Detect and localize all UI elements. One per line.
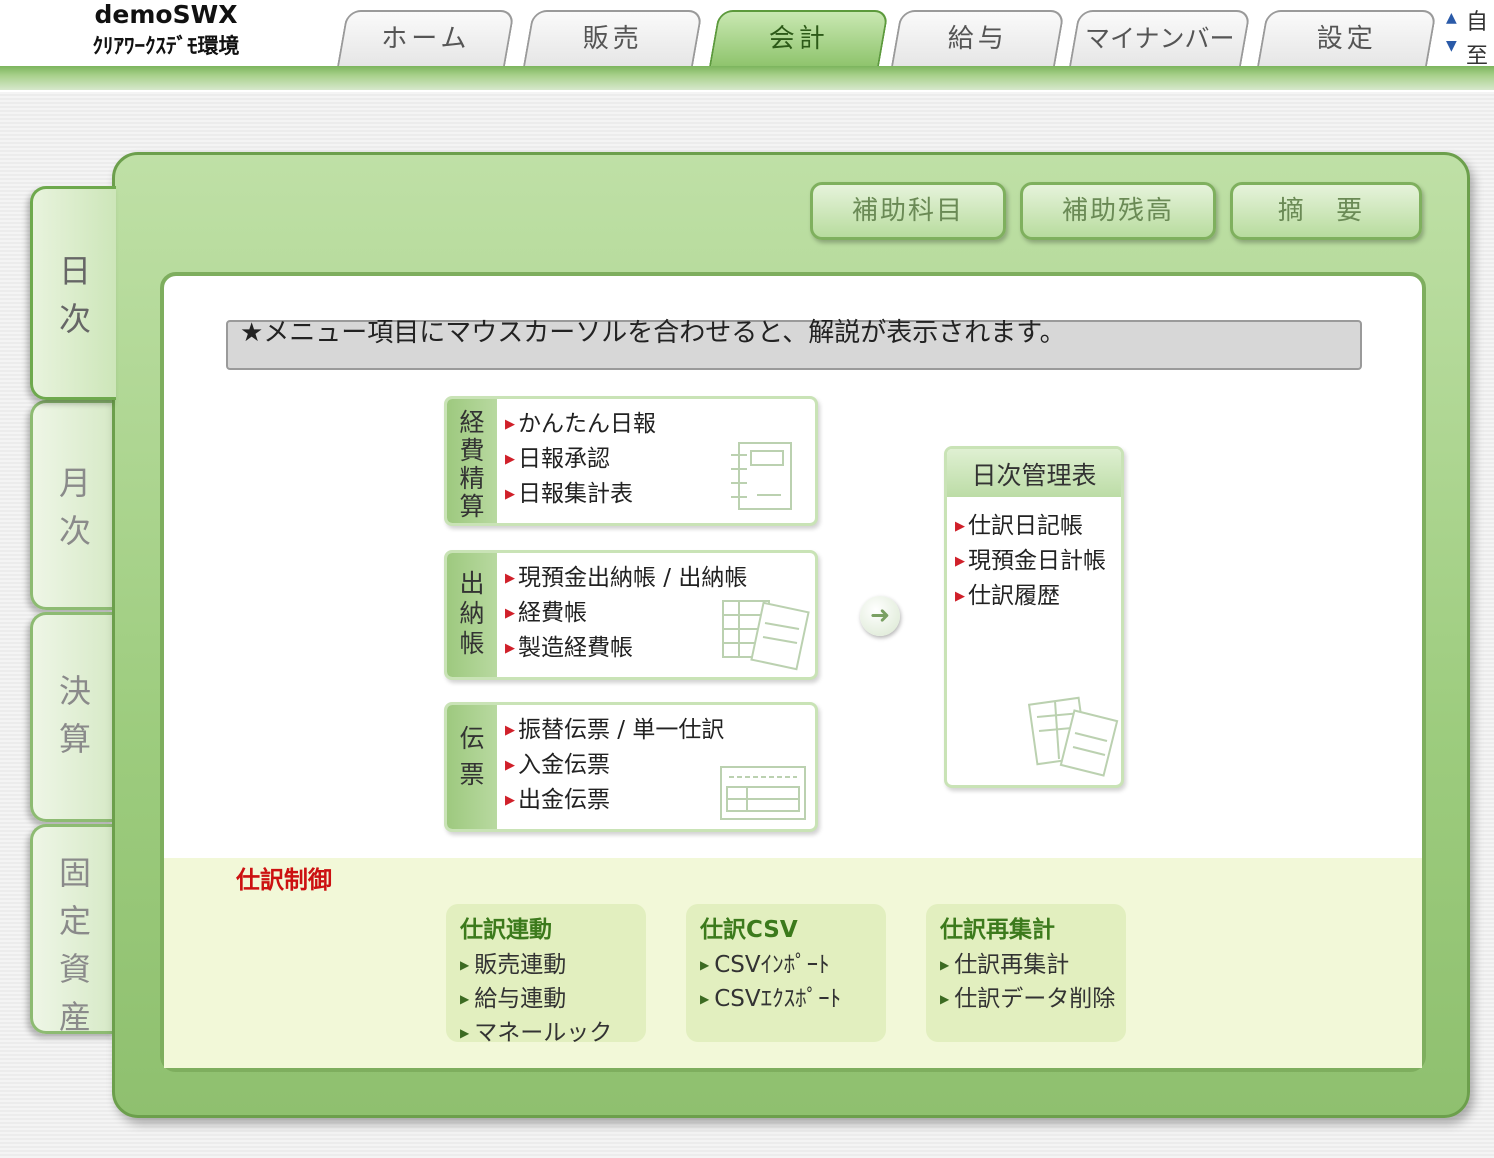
journal-recalc-title: 仕訳再集計 xyxy=(940,917,1055,943)
expense-side-label: 経 費 精 算 xyxy=(447,399,497,523)
daily-management-box: 日次管理表 ▶ 仕訳日記帳 ▶ 現預金日計帳 ▶ 仕訳履歴 xyxy=(944,446,1124,788)
voucher-side-label: 伝 票 xyxy=(447,705,497,829)
daily-management-title: 日次管理表 xyxy=(947,449,1121,497)
tab-mynumber[interactable]: マイナンバー xyxy=(1069,10,1251,66)
arrow-right-icon: ➜ xyxy=(860,596,900,636)
menu-payment-voucher[interactable]: ▶ 出金伝票 xyxy=(505,783,724,818)
journal-recalc-box: 仕訳再集計 ▶ 仕訳再集計 ▶ 仕訳データ削除 xyxy=(926,904,1126,1042)
menu-csv-import[interactable]: ▶ CSVｲﾝﾎﾟｰﾄ xyxy=(700,948,841,982)
header-bar: demoSWX ｸﾘｱﾜｰｸｽﾃﾞﾓ環境 ホーム 販売 会計 給与 マイナンバー… xyxy=(0,0,1494,92)
notebook-icon xyxy=(731,442,792,510)
tab-sales[interactable]: 販売 xyxy=(523,10,703,66)
period-selector: ▲ 自 ▼ 至 xyxy=(1444,4,1494,69)
menu-expense-book[interactable]: ▶ 経費帳 xyxy=(505,596,747,631)
summary-button[interactable]: 摘 要 xyxy=(1230,182,1422,240)
company-name: demoSWX xyxy=(94,0,238,29)
cash-ledger-box: 出 納 帳 ▶ 現預金出納帳 / 出納帳 ▶ 経費帳 ▶ 製造経費帳 xyxy=(444,550,818,680)
up-arrow-icon[interactable]: ▲ xyxy=(1446,10,1457,26)
menu-cash-daily-book[interactable]: ▶ 現預金日計帳 xyxy=(955,544,1106,579)
menu-journal-recalc[interactable]: ▶ 仕訳再集計 xyxy=(940,948,1115,982)
header-green-bar xyxy=(0,66,1494,90)
menu-transfer-voucher[interactable]: ▶ 振替伝票 / 単一仕訳 xyxy=(505,713,724,748)
voucher-form-icon xyxy=(720,766,806,820)
sub-account-button[interactable]: 補助科目 xyxy=(810,182,1006,240)
tab-payroll[interactable]: 給与 xyxy=(891,10,1065,66)
menu-cash-ledger[interactable]: ▶ 現預金出納帳 / 出納帳 xyxy=(505,561,747,596)
menu-daily-report-approval[interactable]: ▶ 日報承認 xyxy=(505,442,656,477)
expense-settlement-box: 経 費 精 算 ▶ かんたん日報 ▶ 日報承認 ▶ 日報集計表 xyxy=(444,396,818,526)
environment-name: ｸﾘｱﾜｰｸｽﾃﾞﾓ環境 xyxy=(92,34,240,58)
menu-sales-link[interactable]: ▶ 販売連動 xyxy=(460,948,612,982)
company-block: demoSWX ｸﾘｱﾜｰｸｽﾃﾞﾓ環境 xyxy=(0,0,332,66)
menu-journal-book[interactable]: ▶ 仕訳日記帳 xyxy=(955,509,1106,544)
menu-payroll-link[interactable]: ▶ 給与連動 xyxy=(460,982,612,1016)
period-from-label: 自 xyxy=(1466,10,1489,35)
ledger-document-icon xyxy=(722,600,810,671)
menu-journal-delete[interactable]: ▶ 仕訳データ削除 xyxy=(940,982,1115,1016)
journal-csv-title: 仕訳CSV xyxy=(700,917,798,943)
journal-csv-box: 仕訳CSV ▶ CSVｲﾝﾎﾟｰﾄ ▶ CSVｴｸｽﾎﾟｰﾄ xyxy=(686,904,886,1042)
side-tab-monthly[interactable]: 月 次 xyxy=(30,400,116,610)
sub-balance-button[interactable]: 補助残高 xyxy=(1020,182,1216,240)
ledger-side-label: 出 納 帳 xyxy=(447,553,497,677)
journal-control-title: 仕訳制御 xyxy=(236,866,332,894)
voucher-box: 伝 票 ▶ 振替伝票 / 単一仕訳 ▶ 入金伝票 ▶ 出金伝票 xyxy=(444,702,818,832)
tab-settings[interactable]: 設定 xyxy=(1257,10,1437,66)
menu-manufacturing-expense-book[interactable]: ▶ 製造経費帳 xyxy=(505,631,747,666)
menu-daily-report-summary[interactable]: ▶ 日報集計表 xyxy=(505,477,656,512)
journal-link-box: 仕訳連動 ▶ 販売連動 ▶ 給与連動 ▶ マネールック xyxy=(446,904,646,1046)
menu-csv-export[interactable]: ▶ CSVｴｸｽﾎﾟｰﾄ xyxy=(700,982,841,1016)
side-tab-closing[interactable]: 決 算 xyxy=(30,612,116,822)
tab-accounting[interactable]: 会計 xyxy=(709,10,889,66)
menu-journal-history[interactable]: ▶ 仕訳履歴 xyxy=(955,579,1106,614)
menu-moneylook[interactable]: ▶ マネールック xyxy=(460,1016,612,1050)
menu-receipt-voucher[interactable]: ▶ 入金伝票 xyxy=(505,748,724,783)
down-arrow-icon[interactable]: ▼ xyxy=(1446,38,1457,54)
side-tab-daily[interactable]: 日 次 xyxy=(30,186,116,400)
side-tab-fixed-assets[interactable]: 固 定 資 産 xyxy=(30,824,116,1036)
menu-simple-daily-report[interactable]: ▶ かんたん日報 xyxy=(505,407,656,442)
hint-bar: ★メニュー項目にマウスカーソルを合わせると、解説が表示されます。 xyxy=(226,320,1362,370)
reports-document-icon xyxy=(1027,696,1119,777)
tab-home[interactable]: ホーム xyxy=(337,10,515,66)
journal-link-title: 仕訳連動 xyxy=(460,917,552,943)
main-tabbar: ホーム 販売 会計 給与 マイナンバー 設定 xyxy=(332,8,1442,66)
